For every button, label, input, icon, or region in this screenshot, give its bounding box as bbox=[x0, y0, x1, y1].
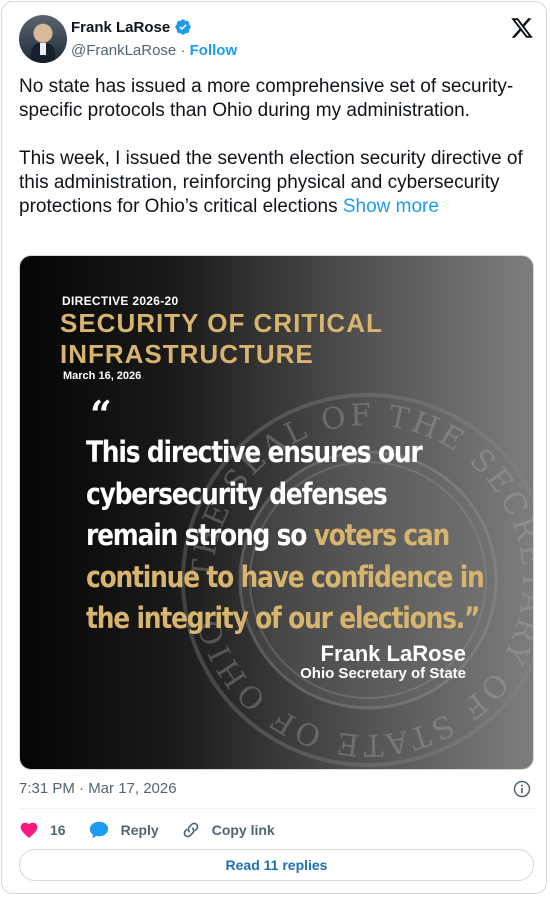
open-quote-icon: “ bbox=[90, 392, 112, 437]
link-icon bbox=[183, 822, 199, 838]
avatar-shirt bbox=[40, 43, 46, 55]
copy-link-label: Copy link bbox=[211, 822, 275, 838]
quote-line-3-gold: voters can bbox=[313, 518, 451, 552]
reply-button[interactable]: Reply bbox=[88, 819, 159, 841]
show-more-link[interactable]: Show more bbox=[343, 196, 439, 217]
directive-title-line-1: SECURITY OF CRITICAL bbox=[60, 308, 383, 338]
tweet-text: No state has issued a more comprehensive… bbox=[19, 75, 534, 219]
divider bbox=[19, 808, 534, 809]
quote-line-5: the integrity of our elections.” bbox=[86, 601, 480, 635]
quote-line-4: continue to have confidence in bbox=[86, 559, 485, 594]
heart-icon bbox=[20, 822, 38, 838]
tweet-paragraph-1: No state has issued a more comprehensive… bbox=[19, 76, 514, 121]
reply-bubble-icon bbox=[89, 821, 108, 839]
author-name-row[interactable]: Frank LaRose bbox=[71, 18, 192, 36]
action-bar: 16 Reply Copy link bbox=[19, 818, 295, 842]
avatar[interactable] bbox=[19, 15, 67, 63]
directive-number: DIRECTIVE 2026-20 bbox=[62, 294, 179, 308]
info-icon[interactable] bbox=[512, 779, 532, 799]
directive-date: March 16, 2026 bbox=[63, 370, 142, 382]
author-handle[interactable]: @FrankLaRose bbox=[71, 42, 176, 59]
author-name[interactable]: Frank LaRose bbox=[71, 19, 170, 36]
quote-line-3: remain strong so voters can bbox=[86, 515, 450, 557]
tweet-card: Frank LaRose @FrankLaRose · Follow No st… bbox=[1, 1, 547, 894]
tweet-image[interactable]: THE SEAL OF THE SECRETARY OF STATE OF OH… bbox=[19, 255, 534, 770]
follow-button[interactable]: Follow bbox=[190, 42, 238, 59]
quote-text: This directive ensures our cybersecurity… bbox=[86, 432, 485, 640]
handle-separator: · bbox=[180, 42, 186, 59]
tweet-timestamp[interactable]: 7:31 PM · Mar 17, 2026 bbox=[19, 780, 177, 797]
x-logo-icon[interactable] bbox=[509, 16, 535, 40]
copy-link-button[interactable]: Copy link bbox=[181, 820, 275, 840]
quote-line-1: This directive ensures our bbox=[86, 435, 423, 469]
directive-title-line-2: INFRASTRUCTURE bbox=[60, 339, 314, 369]
like-count: 16 bbox=[50, 822, 66, 838]
quote-line-2: cybersecurity defenses bbox=[86, 476, 388, 511]
read-replies-button[interactable]: Read 11 replies bbox=[19, 849, 534, 881]
signature-title: Ohio Secretary of State bbox=[300, 665, 466, 682]
signature-name: Frank LaRose bbox=[320, 641, 467, 666]
like-button[interactable]: 16 bbox=[19, 820, 66, 840]
reply-label: Reply bbox=[120, 822, 159, 838]
verified-badge-icon bbox=[175, 19, 191, 35]
directive-title: SECURITY OF CRITICAL INFRASTRUCTURE bbox=[60, 308, 383, 370]
author-handle-row: @FrankLaRose · Follow bbox=[71, 42, 237, 59]
tweet-paragraph-2: This week, I issued the seventh election… bbox=[19, 147, 534, 219]
quote-line-3-white: remain strong so bbox=[86, 518, 314, 552]
tweet-paragraph-2-text: This week, I issued the seventh election… bbox=[19, 148, 523, 217]
